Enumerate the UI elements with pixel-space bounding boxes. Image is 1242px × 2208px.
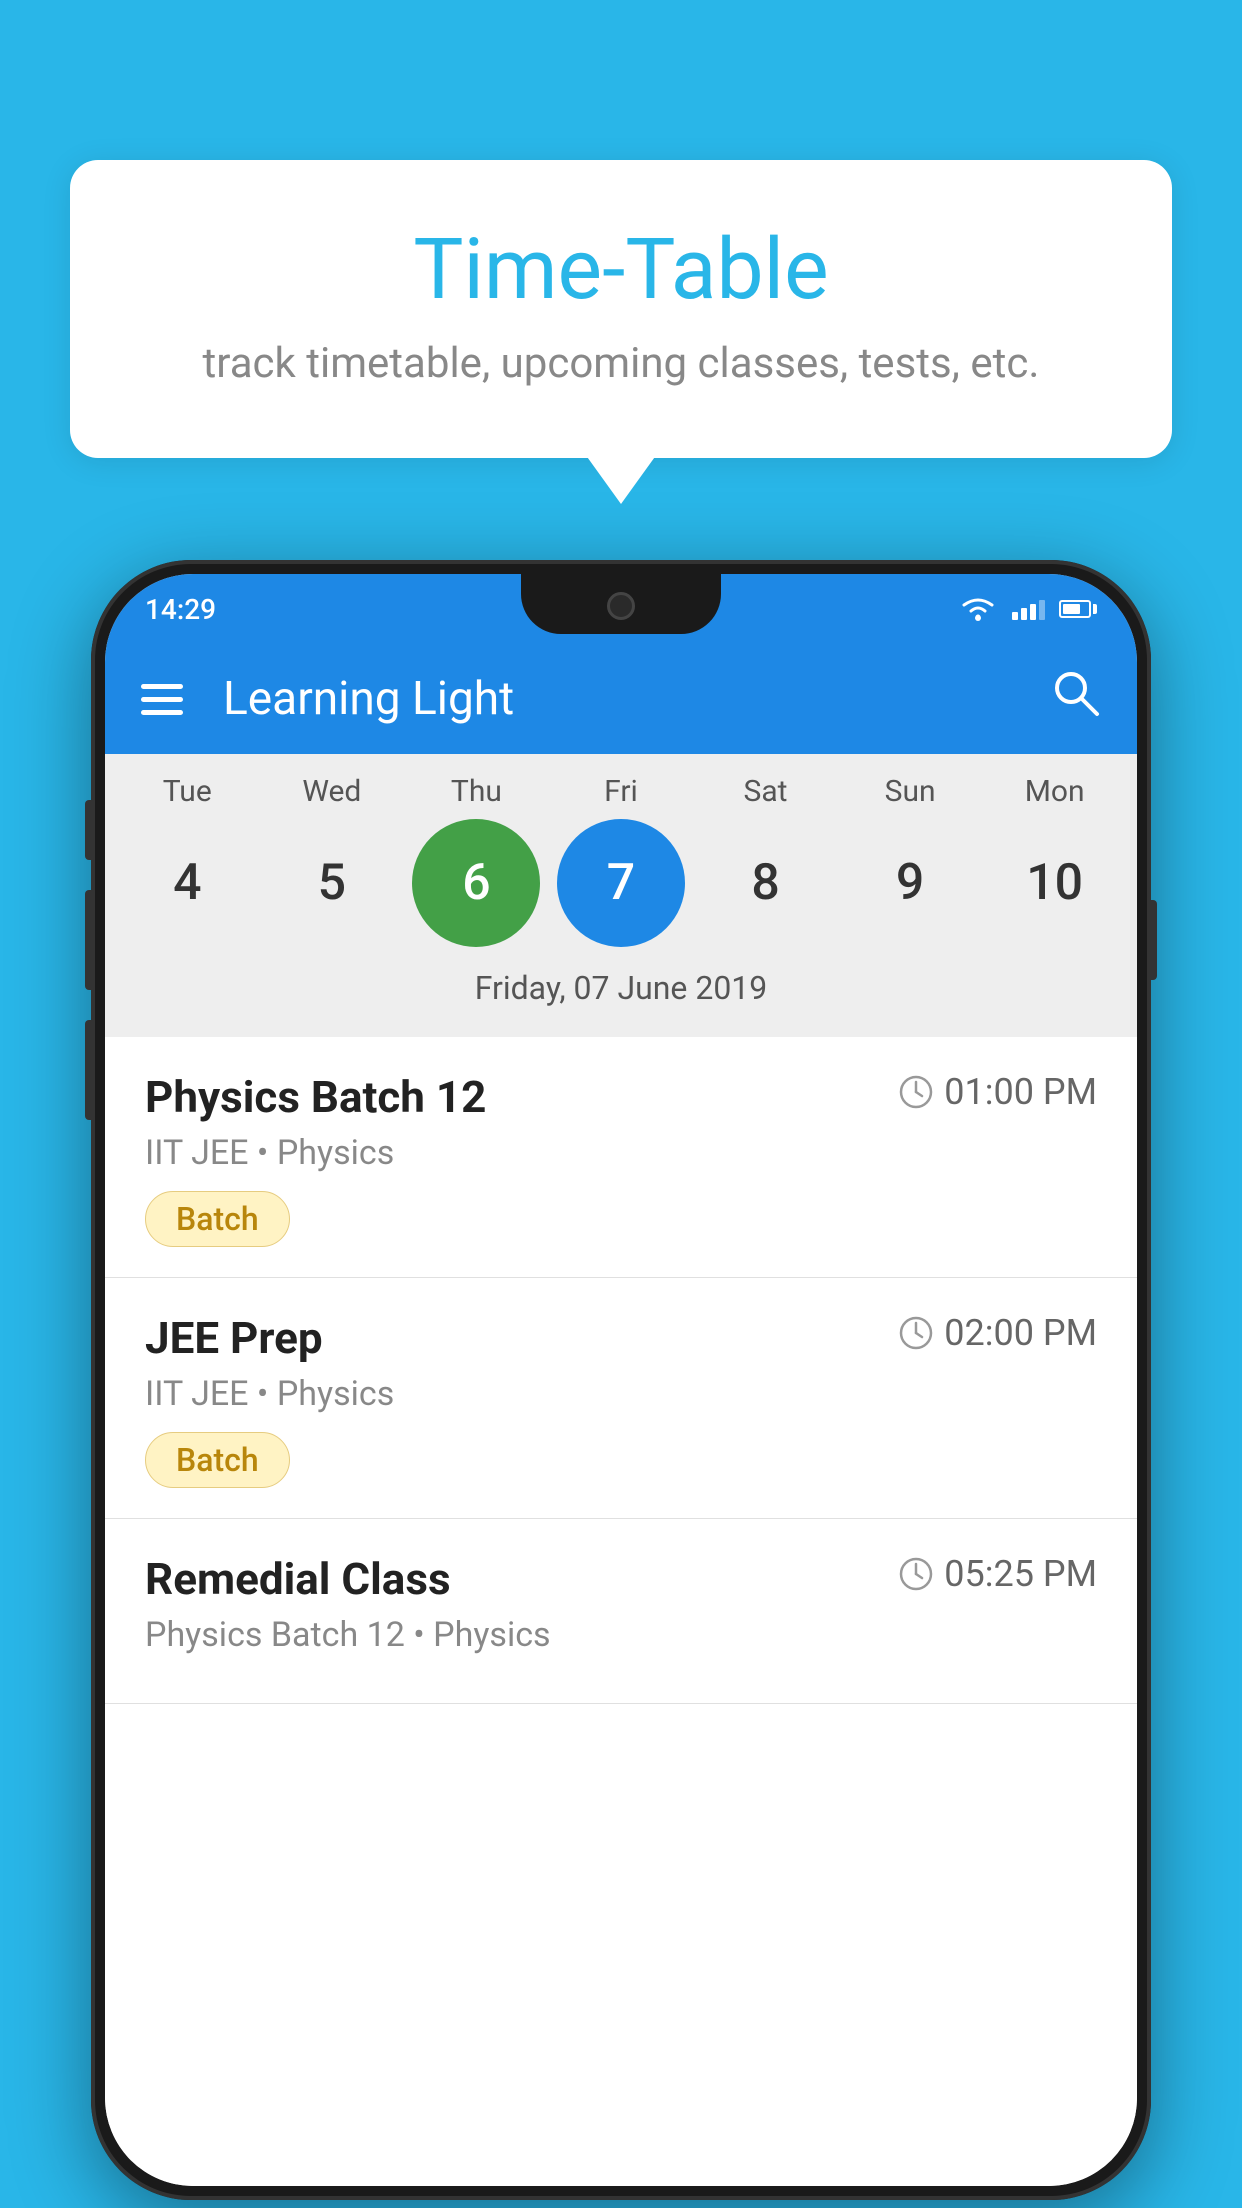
menu-button[interactable]: [141, 684, 183, 715]
day-10[interactable]: 10: [991, 819, 1119, 947]
day-4[interactable]: 4: [123, 819, 251, 947]
phone-mockup: 14:29: [91, 560, 1151, 2200]
day-numbers: 4 5 6 7 8 9 10: [105, 809, 1137, 961]
day-label-tue: Tue: [123, 774, 251, 809]
phone-camera: [607, 592, 635, 620]
schedule-list: Physics Batch 12 01:00 PM IIT JEE • Phys…: [105, 1037, 1137, 2186]
phone-volume-down: [85, 1020, 95, 1120]
phone-volume-up: [85, 890, 95, 990]
status-icons: [958, 595, 1097, 623]
day-7-selected[interactable]: 7: [557, 819, 685, 947]
day-label-sat: Sat: [702, 774, 830, 809]
schedule-name-2: JEE Prep: [145, 1312, 323, 1364]
schedule-meta-3: Physics Batch 12 • Physics: [145, 1615, 1097, 1655]
schedule-item-2[interactable]: JEE Prep 02:00 PM IIT JEE • Physics Batc…: [105, 1278, 1137, 1519]
app-title: Learning Light: [223, 672, 1021, 726]
tooltip-card: Time-Table track timetable, upcoming cla…: [70, 160, 1172, 458]
schedule-time-1: 01:00 PM: [898, 1071, 1097, 1113]
schedule-item-1[interactable]: Physics Batch 12 01:00 PM IIT JEE • Phys…: [105, 1037, 1137, 1278]
schedule-time-2: 02:00 PM: [898, 1312, 1097, 1354]
clock-icon-2: [898, 1315, 934, 1351]
schedule-tag-2: Batch: [145, 1432, 290, 1488]
calendar-strip: Tue Wed Thu Fri Sat Sun Mon 4 5 6 7 8 9 …: [105, 754, 1137, 1037]
phone-volume-silent: [85, 800, 95, 860]
tooltip-title: Time-Table: [130, 220, 1112, 319]
day-label-sun: Sun: [846, 774, 974, 809]
battery-icon: [1059, 600, 1097, 618]
selected-date: Friday, 07 June 2019: [105, 961, 1137, 1027]
status-time: 14:29: [145, 593, 216, 626]
schedule-name-1: Physics Batch 12: [145, 1071, 486, 1123]
day-5[interactable]: 5: [268, 819, 396, 947]
tooltip-subtitle: track timetable, upcoming classes, tests…: [130, 339, 1112, 388]
schedule-name-3: Remedial Class: [145, 1553, 451, 1605]
signal-icon: [1012, 598, 1045, 620]
app-header: Learning Light: [105, 644, 1137, 754]
schedule-time-3: 05:25 PM: [898, 1553, 1097, 1595]
day-label-mon: Mon: [991, 774, 1119, 809]
phone-screen: 14:29: [105, 574, 1137, 2186]
search-button[interactable]: [1051, 668, 1101, 730]
phone-power-button: [1147, 900, 1157, 980]
schedule-item-3[interactable]: Remedial Class 05:25 PM Physics Batch 12…: [105, 1519, 1137, 1704]
day-9[interactable]: 9: [846, 819, 974, 947]
day-labels: Tue Wed Thu Fri Sat Sun Mon: [105, 774, 1137, 809]
clock-icon-1: [898, 1074, 934, 1110]
day-8[interactable]: 8: [702, 819, 830, 947]
clock-icon-3: [898, 1556, 934, 1592]
day-6-today[interactable]: 6: [412, 819, 540, 947]
day-label-thu: Thu: [412, 774, 540, 809]
day-label-fri: Fri: [557, 774, 685, 809]
day-label-wed: Wed: [268, 774, 396, 809]
schedule-meta-2: IIT JEE • Physics: [145, 1374, 1097, 1414]
wifi-icon: [958, 595, 998, 623]
schedule-tag-1: Batch: [145, 1191, 290, 1247]
schedule-meta-1: IIT JEE • Physics: [145, 1133, 1097, 1173]
phone-notch: [521, 574, 721, 634]
